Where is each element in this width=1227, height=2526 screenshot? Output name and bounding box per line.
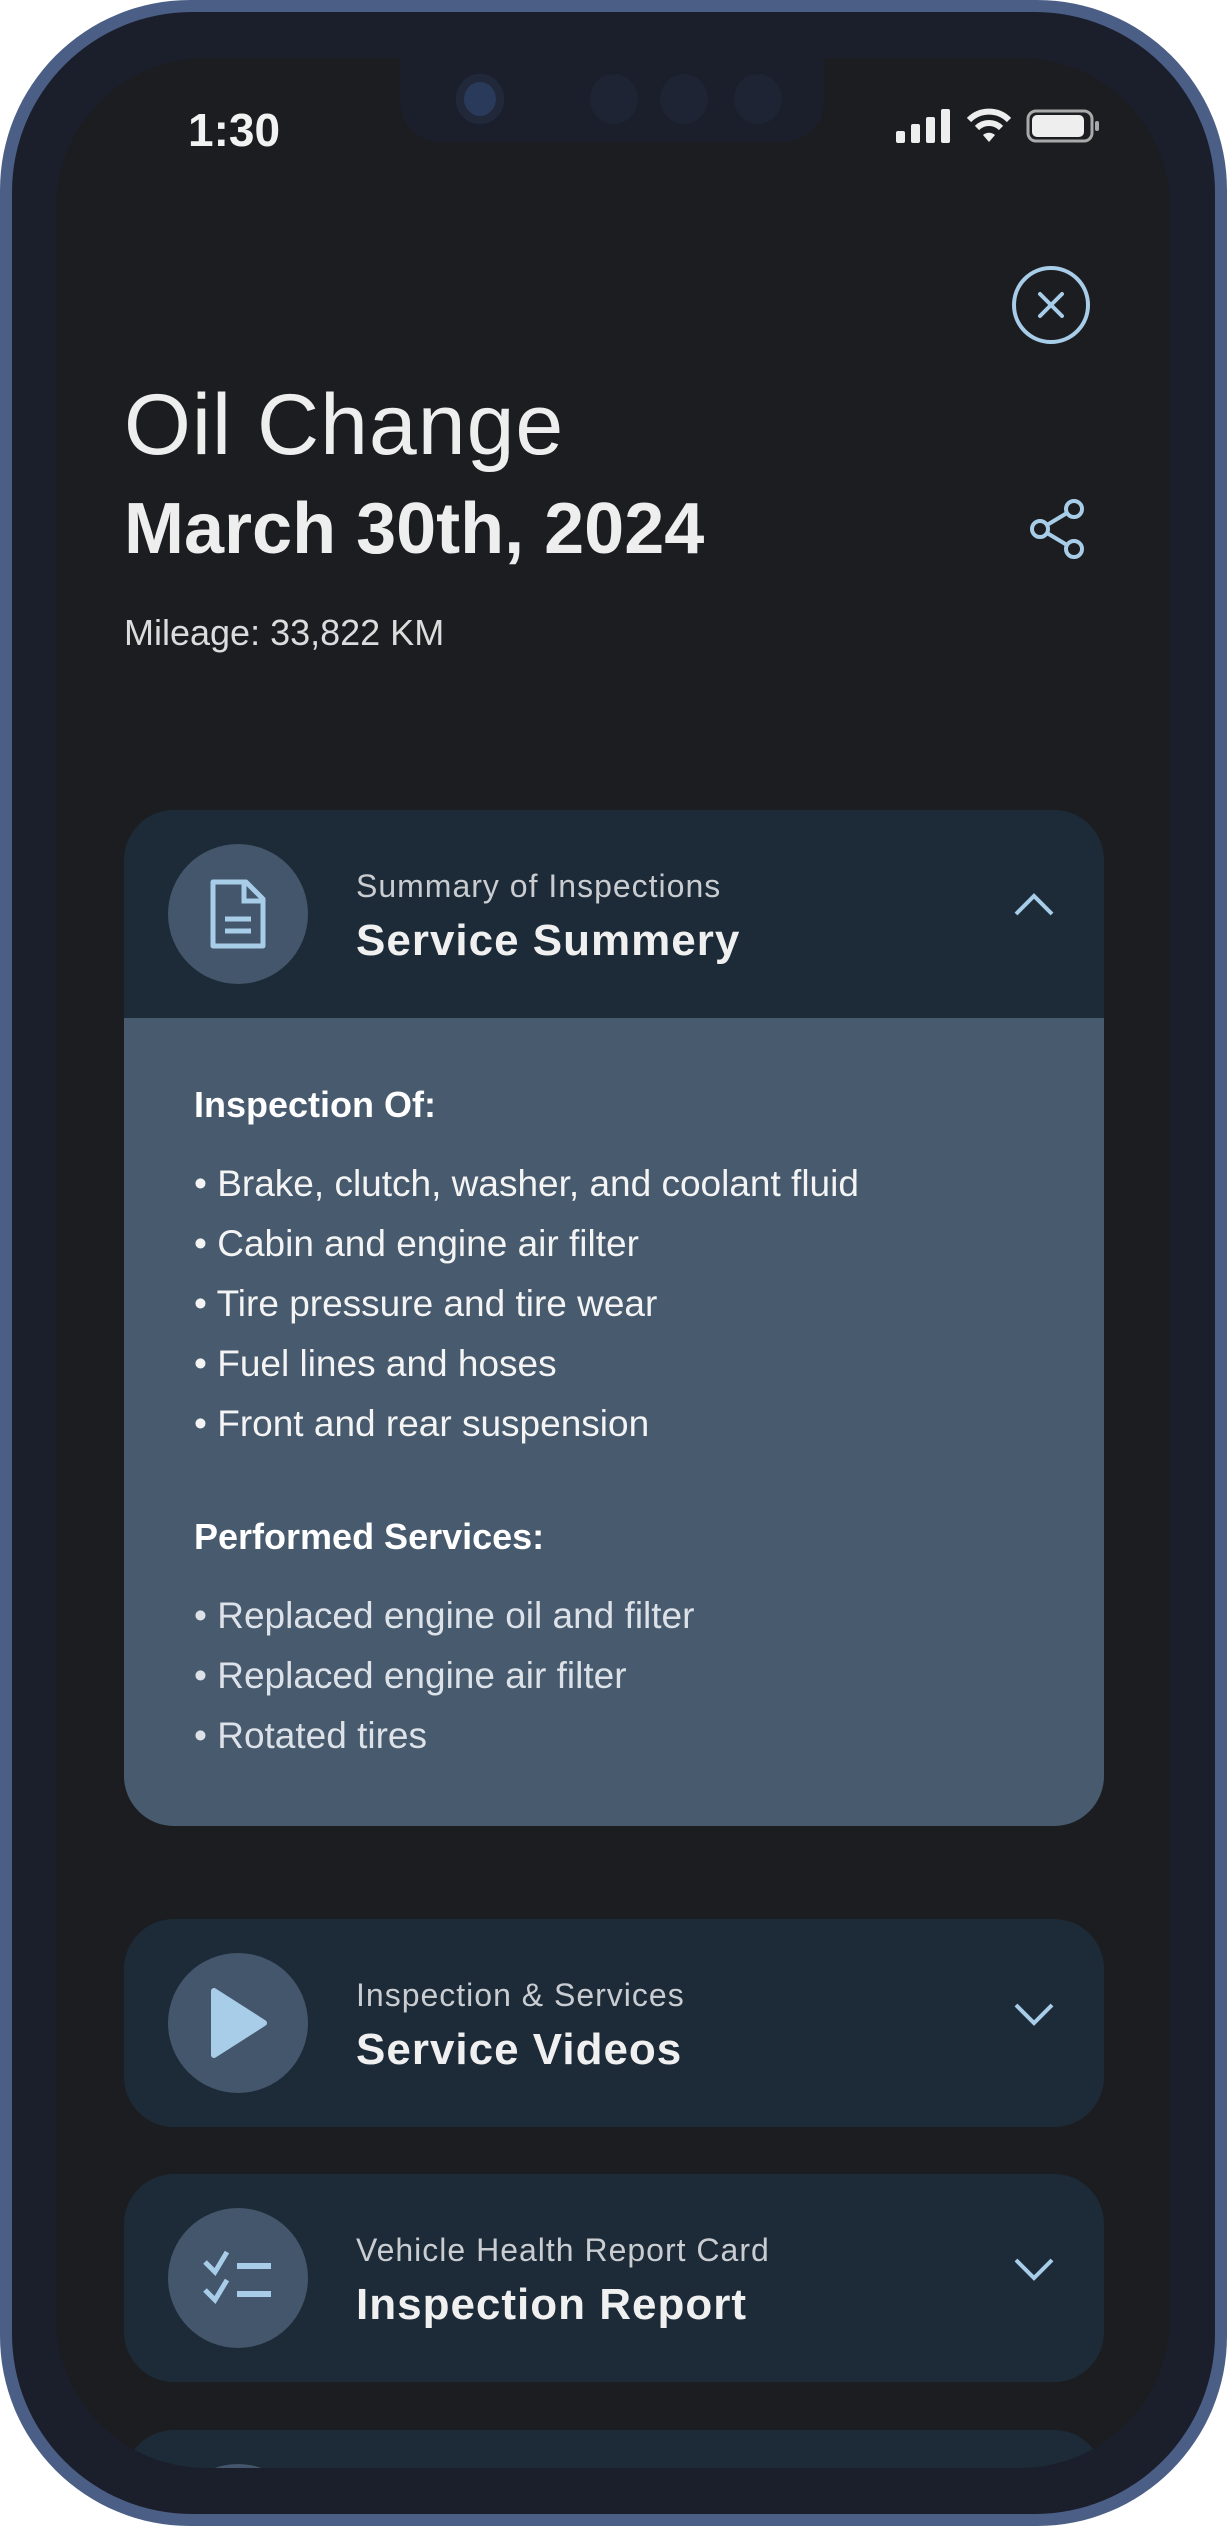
- chevron-down-icon[interactable]: [1012, 2254, 1056, 2284]
- signal-icon: [896, 109, 950, 143]
- list-item: • Cabin and engine air filter: [194, 1223, 639, 1264]
- list-item: • Replaced engine air filter: [194, 1655, 627, 1696]
- service-date: March 30th, 2024: [124, 489, 705, 569]
- status-icons: [896, 108, 1100, 144]
- section-heading: Performed Services:: [194, 1516, 545, 1557]
- icon-circle: [168, 2208, 308, 2348]
- card-subtitle: Summary of Inspections: [356, 868, 722, 904]
- card-title: Service Videos: [356, 2025, 683, 2074]
- screen: 1:30 Oil Change March 30th, 2024 Mileage…: [56, 58, 1170, 2468]
- close-button[interactable]: [1012, 266, 1090, 344]
- service-summary-header[interactable]: Summary of Inspections Service Summery: [124, 810, 1104, 1018]
- card-title: Inspection Report: [356, 2280, 748, 2329]
- card-title: Service Summery: [356, 916, 741, 965]
- share-button[interactable]: [1028, 498, 1088, 565]
- sensor: [590, 74, 638, 124]
- next-card-partial[interactable]: [124, 2430, 1104, 2468]
- play-icon: [211, 1988, 267, 2058]
- battery-icon: [1026, 109, 1099, 143]
- icon-circle: [168, 844, 308, 984]
- share-icon: [1030, 499, 1084, 559]
- card-subtitle: Vehicle Health Report Card: [356, 2232, 770, 2268]
- service-type-title: Oil Change: [124, 377, 565, 473]
- card-subtitle: Inspection & Services: [356, 1977, 685, 2013]
- list-item: • Brake, clutch, washer, and coolant flu…: [194, 1163, 859, 1204]
- list-item: • Replaced engine oil and filter: [194, 1595, 695, 1636]
- section-heading: Inspection Of:: [194, 1084, 436, 1125]
- chevron-down-icon[interactable]: [1012, 1999, 1056, 2029]
- inspection-report-header[interactable]: Vehicle Health Report Card Inspection Re…: [124, 2174, 1104, 2382]
- icon-circle: [168, 2464, 308, 2468]
- status-time: 1:30: [188, 104, 281, 156]
- wifi-icon: [966, 108, 1012, 142]
- list-item: • Fuel lines and hoses: [194, 1343, 557, 1384]
- inspection-report-card[interactable]: Vehicle Health Report Card Inspection Re…: [124, 2174, 1104, 2382]
- inspection-list: • Brake, clutch, washer, and coolant flu…: [194, 1154, 1034, 1454]
- list-item: • Rotated tires: [194, 1715, 428, 1756]
- close-icon: [1038, 292, 1064, 318]
- service-videos-card[interactable]: Inspection & Services Service Videos: [124, 1919, 1104, 2127]
- sensor: [734, 74, 782, 124]
- service-videos-header[interactable]: Inspection & Services Service Videos: [124, 1919, 1104, 2127]
- camera: [456, 74, 504, 124]
- service-summary-body: Inspection Of: • Brake, clutch, washer, …: [124, 1018, 1104, 1826]
- mileage: Mileage: 33,822 KM: [124, 612, 445, 653]
- document-icon: [210, 879, 266, 949]
- icon-circle: [168, 1953, 308, 2093]
- checklist-icon: [203, 2250, 271, 2305]
- chevron-up-icon[interactable]: [1012, 890, 1056, 920]
- list-item: • Front and rear suspension: [194, 1403, 650, 1444]
- sensor: [660, 74, 708, 124]
- notch: [400, 58, 824, 142]
- service-summary-card: Summary of Inspections Service Summery I…: [124, 810, 1104, 1826]
- performed-services-list: • Replaced engine oil and filter • Repla…: [194, 1586, 1034, 1766]
- list-item: • Tire pressure and tire wear: [194, 1283, 658, 1324]
